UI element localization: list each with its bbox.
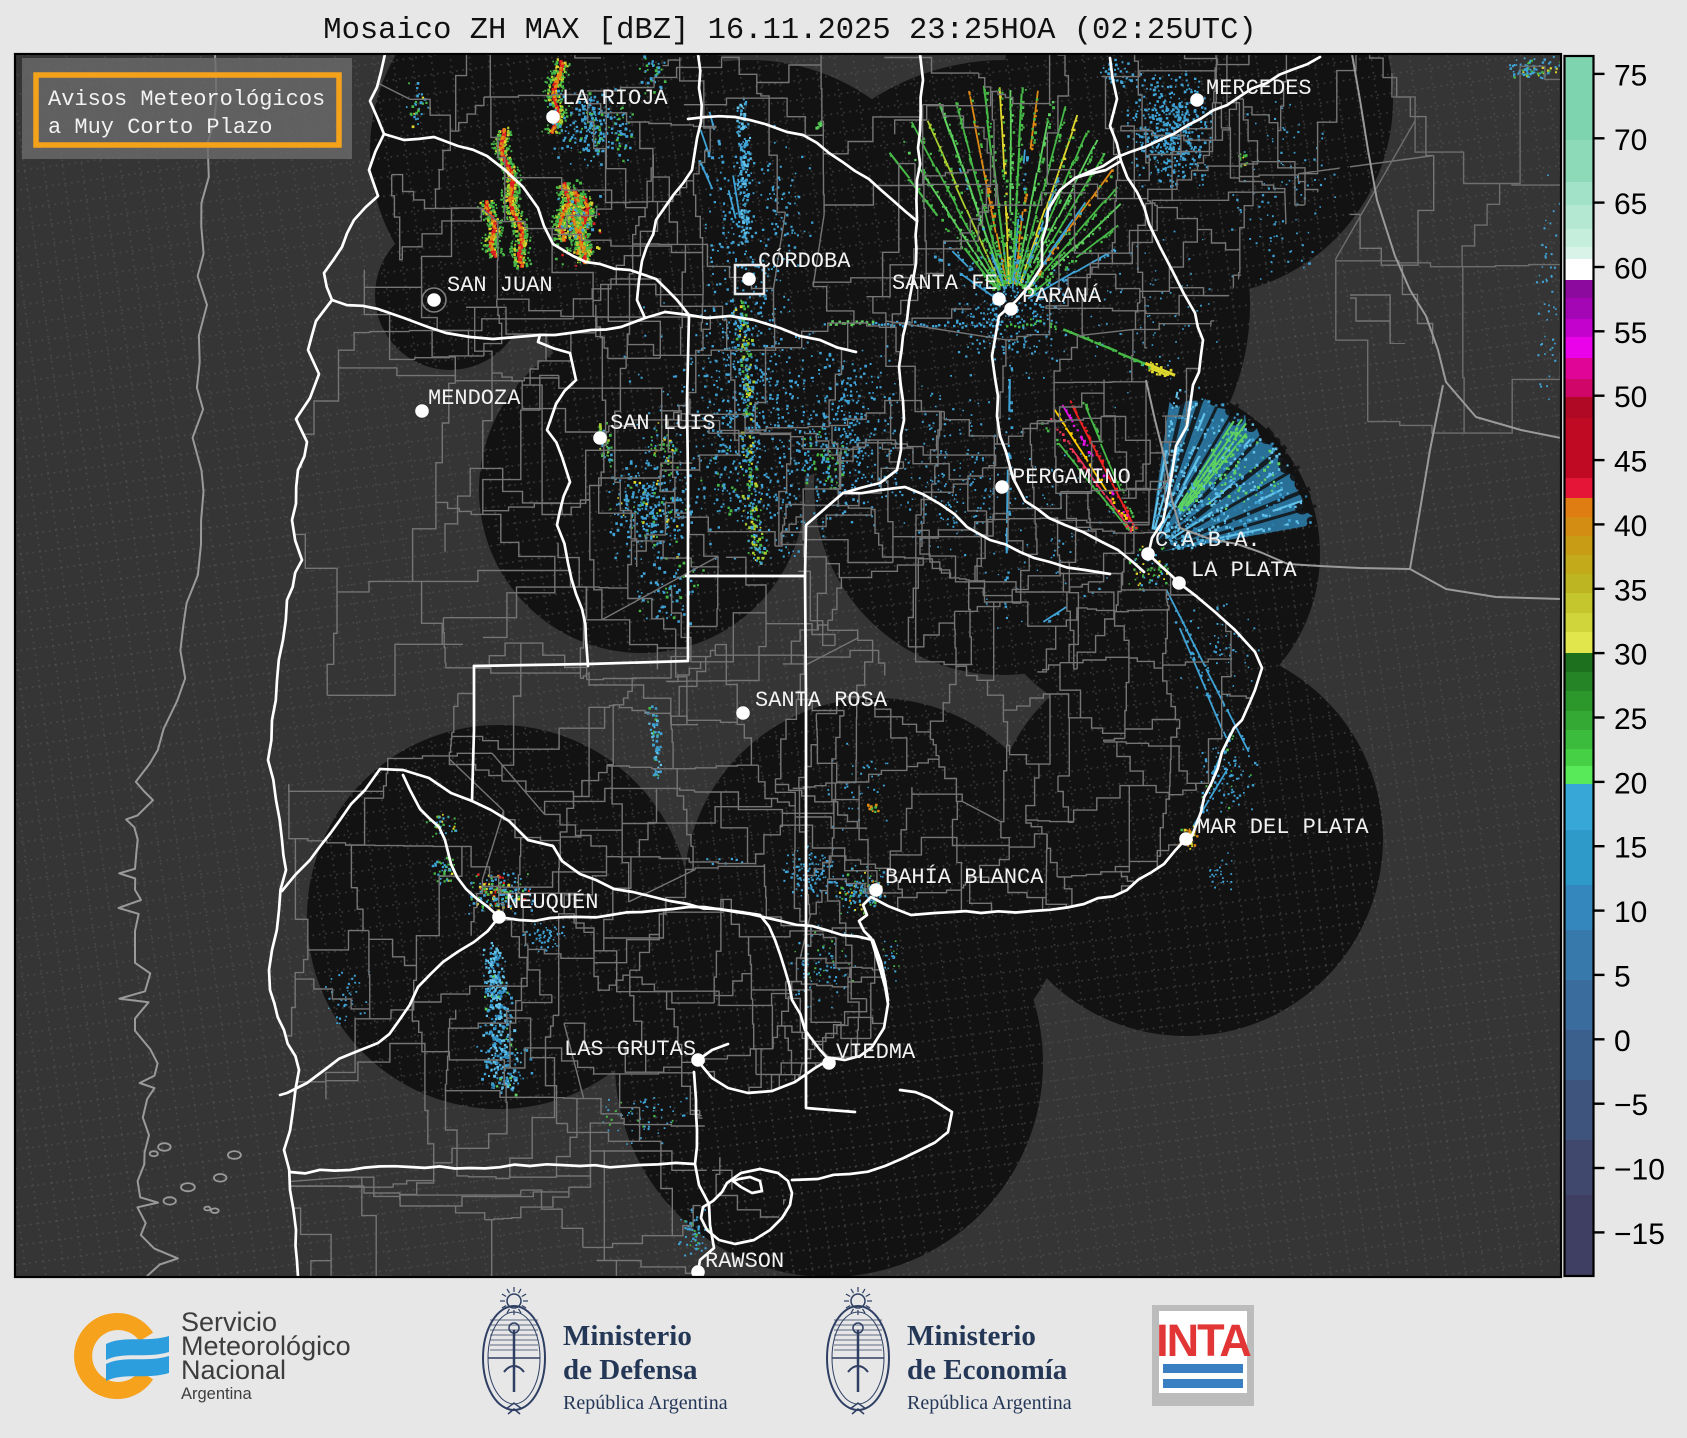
svg-text:LA RIOJA: LA RIOJA [562, 86, 668, 111]
svg-text:60: 60 [1614, 253, 1647, 286]
svg-text:MAR DEL PLATA: MAR DEL PLATA [1197, 815, 1369, 840]
svg-text:55: 55 [1614, 317, 1647, 350]
svg-text:SAN JUAN: SAN JUAN [447, 273, 553, 298]
svg-text:Avisos Meteorológicos: Avisos Meteorológicos [48, 87, 325, 112]
svg-text:VIEDMA: VIEDMA [836, 1040, 916, 1065]
svg-text:65: 65 [1614, 188, 1647, 221]
svg-text:LA PLATA: LA PLATA [1191, 558, 1297, 583]
svg-text:República Argentina: República Argentina [563, 1392, 728, 1414]
svg-text:NEUQUÉN: NEUQUÉN [506, 889, 598, 915]
svg-text:Mosaico ZH MAX [dBZ] 16.11.202: Mosaico ZH MAX [dBZ] 16.11.2025 23:25HOA… [323, 14, 1256, 48]
svg-text:−10: −10 [1614, 1154, 1665, 1187]
svg-text:30: 30 [1614, 639, 1647, 672]
svg-text:C.A.B.A.: C.A.B.A. [1155, 528, 1261, 553]
svg-text:a Muy Corto Plazo: a Muy Corto Plazo [48, 115, 272, 140]
svg-text:PERGAMINO: PERGAMINO [1012, 465, 1131, 490]
svg-text:−15: −15 [1614, 1218, 1665, 1251]
svg-text:75: 75 [1614, 59, 1647, 92]
svg-text:50: 50 [1614, 381, 1647, 414]
svg-text:LAS GRUTAS: LAS GRUTAS [564, 1037, 696, 1062]
svg-text:SANTA ROSA: SANTA ROSA [755, 688, 888, 713]
svg-text:25: 25 [1614, 703, 1647, 736]
svg-text:40: 40 [1614, 510, 1647, 543]
svg-text:BAHÍA BLANCA: BAHÍA BLANCA [885, 864, 1044, 890]
svg-text:RAWSON: RAWSON [705, 1249, 784, 1274]
svg-text:0: 0 [1614, 1025, 1631, 1058]
svg-text:−5: −5 [1614, 1089, 1648, 1122]
svg-text:35: 35 [1614, 574, 1647, 607]
svg-text:Nacional: Nacional [181, 1355, 286, 1385]
svg-text:de Economía: de Economía [907, 1354, 1068, 1386]
svg-text:Ministerio: Ministerio [563, 1320, 692, 1352]
svg-text:Argentina: Argentina [181, 1385, 252, 1403]
svg-text:10: 10 [1614, 896, 1647, 929]
svg-text:PARANÁ: PARANÁ [1022, 283, 1102, 309]
svg-text:República Argentina: República Argentina [907, 1392, 1072, 1414]
svg-text:MENDOZA: MENDOZA [428, 386, 521, 411]
svg-text:70: 70 [1614, 124, 1647, 157]
svg-text:5: 5 [1614, 960, 1631, 993]
svg-text:20: 20 [1614, 767, 1647, 800]
svg-text:CÓRDOBA: CÓRDOBA [758, 248, 851, 274]
svg-text:SANTA FE: SANTA FE [892, 271, 998, 296]
svg-text:de Defensa: de Defensa [563, 1354, 698, 1386]
svg-text:INTA: INTA [1156, 1315, 1251, 1366]
svg-text:SAN LUIS: SAN LUIS [610, 411, 716, 436]
svg-text:Ministerio: Ministerio [907, 1320, 1036, 1352]
svg-text:15: 15 [1614, 832, 1647, 865]
svg-text:45: 45 [1614, 446, 1647, 479]
svg-text:MERCEDES: MERCEDES [1206, 76, 1312, 101]
